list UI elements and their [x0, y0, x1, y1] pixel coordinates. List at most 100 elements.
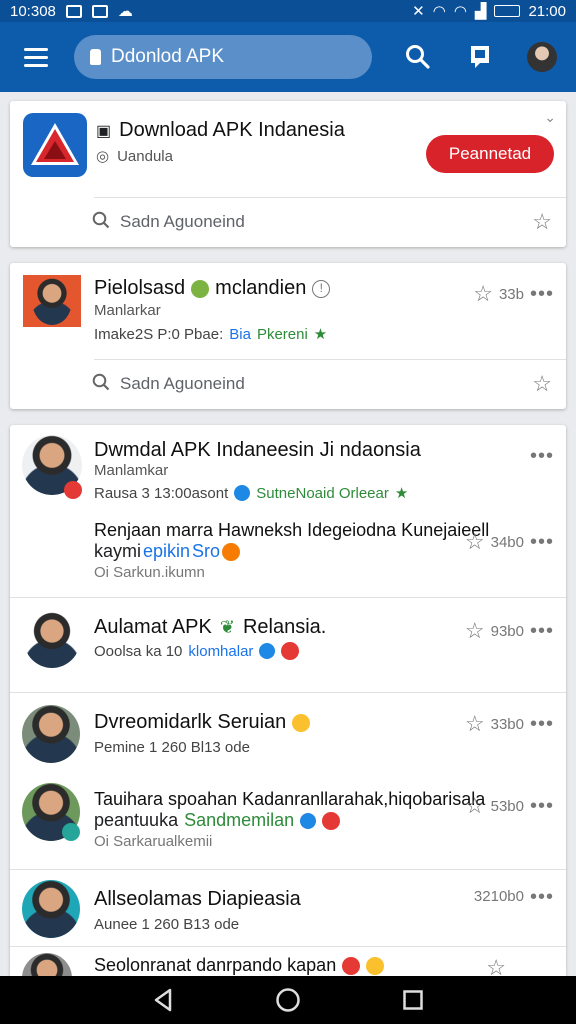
wifi-icon: ◠: [432, 3, 446, 20]
app-bar: Ddonlod APK: [0, 22, 576, 92]
item-count: 53b0: [490, 797, 524, 815]
item-meta: Aunee 1 260 B13 ode: [94, 916, 240, 933]
profile-avatar[interactable]: [522, 37, 562, 77]
item-body-link: epikin: [143, 541, 191, 561]
list-item[interactable]: Dvreomidarlk Seruian Pemine 1 260 Bl13 o…: [10, 693, 566, 771]
leaf-icon: ❦: [219, 617, 235, 637]
item-count: 33b0: [490, 715, 524, 733]
more-options-icon[interactable]: •••: [530, 621, 554, 641]
flag-badge-icon: [281, 642, 300, 660]
item-title: Tauihara spoahan Kadanranllarahak,hiqoba…: [94, 789, 486, 809]
mute-icon: ✕: [412, 3, 425, 20]
list-item[interactable]: Dwmdal APK Indaneesin Ji ndaonsia ••• Ma…: [10, 425, 566, 597]
item-footer: Oi Sarkarualkemii: [94, 833, 213, 850]
emoji-icon: [191, 279, 210, 298]
item-meta-blue: klomhalar: [188, 642, 254, 660]
more-options-icon[interactable]: •••: [530, 714, 554, 734]
star-icon[interactable]: ☆: [532, 371, 552, 397]
navigation-bar: [0, 976, 576, 1024]
suggestion-label: Sadn Aguoneind: [120, 374, 245, 393]
star-icon[interactable]: ☆: [486, 955, 506, 976]
item-title: Dvreomidarlk Seruian: [94, 711, 287, 733]
item-title: Dwmdal APK Indaneesin Ji ndaonsia: [94, 439, 421, 461]
item-body-tag: Sro: [192, 541, 221, 561]
app-logo: [23, 113, 87, 177]
verified-icon: [259, 643, 276, 659]
search-icon[interactable]: [398, 37, 438, 77]
star-icon[interactable]: ☆: [532, 209, 552, 235]
post-title: Pielolsasd: [94, 277, 186, 299]
list-item[interactable]: Aulamat APK ❦ Relansia. Ooolsa ka 10 klo…: [10, 598, 566, 692]
back-icon[interactable]: [143, 980, 183, 1020]
item-title: Allseolamas Diapieasia: [94, 888, 301, 910]
battery-icon: [494, 5, 521, 17]
cell-signal-icon: ▟: [474, 3, 487, 20]
search-icon: [92, 211, 110, 234]
post-title-suffix: mclandien: [215, 277, 307, 299]
featured-title: Download APK Indanesia: [119, 119, 345, 141]
post-count: 33b: [498, 285, 524, 303]
star-icon[interactable]: ☆: [465, 529, 485, 555]
photo-icon: [65, 4, 82, 18]
emoji-icon: [222, 542, 241, 561]
search-field[interactable]: Ddonlod APK: [74, 35, 372, 79]
more-options-icon[interactable]: •••: [530, 446, 554, 466]
item-title: Seolonranat danrpando kapan: [94, 955, 337, 975]
star-icon[interactable]: ☆: [465, 618, 485, 644]
star-badge-icon: ★: [394, 485, 409, 502]
item-meta: Ooolsa ka 10: [94, 642, 183, 660]
star-icon[interactable]: ☆: [465, 793, 485, 819]
verified-icon: [234, 485, 251, 501]
item-count: 3210b0: [473, 888, 524, 905]
item-count: 93b0: [490, 622, 524, 640]
more-options-icon[interactable]: •••: [530, 796, 554, 816]
star-icon[interactable]: ☆: [473, 281, 493, 307]
list-item[interactable]: Allseolamas Diapieasia Aunee 1 260 B13 o…: [10, 870, 566, 946]
star-icon[interactable]: ☆: [465, 711, 485, 737]
featured-developer: Uandula: [117, 147, 173, 165]
item-meta: Pemine 1 260 Bl13 ode: [94, 739, 250, 756]
search-text: Ddonlod APK: [111, 46, 225, 67]
suggestion-search-row[interactable]: Sadn Aguoneind ☆: [10, 198, 566, 246]
verified-icon: [300, 812, 317, 829]
info-icon[interactable]: !: [312, 279, 331, 298]
avatar: [22, 953, 72, 976]
status-bar: 10:308 ☁ ✕ ◠ ◠ ▟ 21:00: [0, 0, 576, 22]
more-options-icon[interactable]: •••: [530, 284, 554, 304]
item-body-green: Sandmemilan: [184, 810, 295, 830]
more-options-icon[interactable]: •••: [530, 532, 554, 552]
lock-icon: [90, 49, 101, 65]
recents-icon[interactable]: [393, 980, 433, 1020]
post-card: Pielolsasd mclandien ! ☆ 33b ••• Manlark…: [10, 263, 566, 409]
install-button[interactable]: Peannetad: [426, 135, 554, 173]
verified-badge-icon: [64, 481, 82, 499]
more-options-icon[interactable]: •••: [530, 887, 554, 907]
emoji-icon: [342, 956, 361, 975]
item-meta-green: SutneNoaid Orleear: [256, 484, 389, 502]
item-subtitle: Manlamkar: [94, 462, 169, 479]
app-flag-icon: ▣: [96, 122, 112, 140]
emoji-icon: [292, 713, 311, 732]
list-item[interactable]: Tauihara spoahan Kadanranllarahak,hiqoba…: [10, 771, 566, 867]
message-icon[interactable]: [460, 37, 500, 77]
search-icon: [92, 373, 110, 396]
post-meta-green: Pkereni: [256, 325, 308, 343]
item-title: Aulamat APK: [94, 616, 212, 638]
chevron-down-icon[interactable]: ⌄: [544, 109, 556, 126]
home-icon[interactable]: [268, 980, 308, 1020]
item-body-line2: kaymi: [94, 541, 142, 561]
status-time-left: 10:308: [10, 2, 56, 20]
item-meta: Rausa 3 13:00asont: [94, 484, 229, 502]
star-badge-icon: ★: [313, 326, 328, 343]
signal-icon: ◠: [453, 3, 467, 20]
emoji-icon: [366, 956, 385, 975]
suggestion-search-row[interactable]: Sadn Aguoneind ☆: [10, 360, 566, 408]
featured-app-card: ▣ Download APK Indanesia ◎ Uandula ⌄ Pea…: [10, 101, 566, 247]
item-count: 34b0: [490, 533, 524, 551]
hamburger-menu-icon[interactable]: [14, 35, 58, 79]
cloud-icon: ☁: [117, 3, 133, 20]
post-meta-blue: Bia: [229, 325, 251, 343]
post-thumbnail: [23, 275, 81, 327]
list-item[interactable]: Seolonranat danrpando kapan ☆: [10, 947, 566, 976]
post-meta: Imake2S P:0 Pbae:: [94, 325, 224, 343]
